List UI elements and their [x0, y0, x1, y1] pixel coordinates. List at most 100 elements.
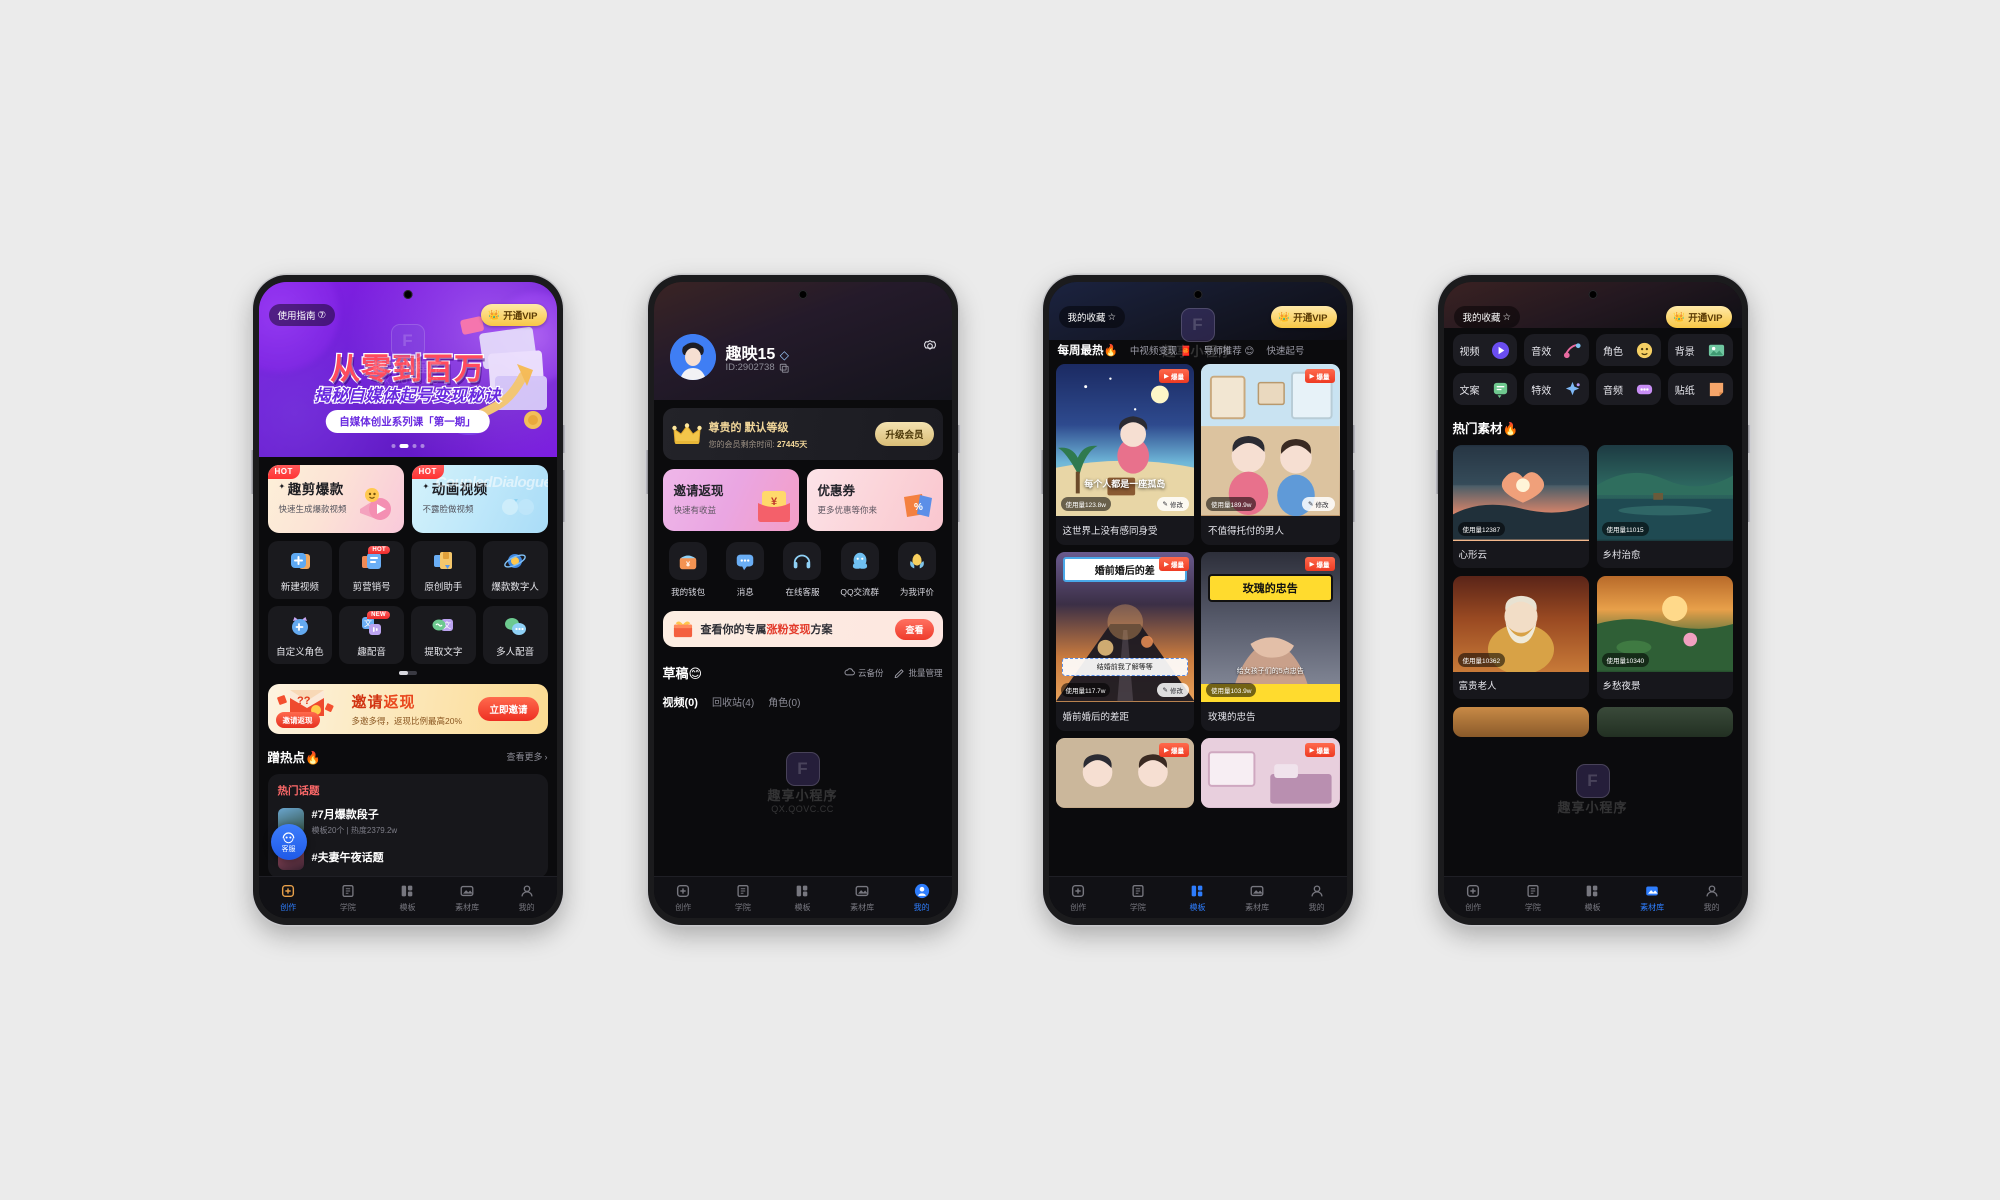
- draft-tab-video[interactable]: 视频(0): [663, 694, 698, 710]
- tab-academy[interactable]: 学院: [1108, 883, 1168, 913]
- tab-academy[interactable]: 学院: [713, 883, 773, 913]
- tile-dubbing[interactable]: NEW 文 趣配音: [339, 606, 404, 664]
- tab-profile[interactable]: 我的: [892, 883, 952, 913]
- tile-multi-dubbing[interactable]: 多人配音: [482, 606, 548, 664]
- monetization-promo-bar[interactable]: 查看你的专属涨粉变现方案 查看: [662, 611, 943, 647]
- profile-id[interactable]: ID:2902738: [726, 362, 789, 373]
- open-vip-button[interactable]: 👑 开通VIP: [481, 304, 547, 326]
- template-card[interactable]: 玫瑰的忠告 给女孩子们的5点忠告 ▶ 爆量 使用量103.9w 玫瑰的忠告: [1201, 552, 1340, 731]
- invite-now-button[interactable]: 立即邀请: [478, 697, 539, 721]
- view-more-button[interactable]: 查看更多 ›: [506, 750, 547, 763]
- tab-academy[interactable]: 学院: [318, 883, 378, 913]
- template-card[interactable]: ▶ 爆量: [1201, 738, 1340, 808]
- material-card[interactable]: 使用量10362 富贵老人: [1452, 576, 1589, 699]
- tab-quick-start[interactable]: 快速起号: [1266, 343, 1304, 357]
- tile-original-assistant[interactable]: 原创助手: [411, 541, 476, 599]
- tab-create[interactable]: 创作: [1444, 883, 1504, 913]
- edit-button[interactable]: ✎ 修改: [1156, 683, 1189, 697]
- tile-new-video[interactable]: 新建视频: [267, 541, 333, 599]
- open-vip-button[interactable]: 👑 开通VIP: [1666, 306, 1732, 328]
- list-item[interactable]: #夫妻午夜话题: [277, 844, 538, 876]
- template-card[interactable]: 婚前婚后的差 ▶ 爆量 结婚前我了解等等 使用量117.7w ✎ 修改 婚前婚后…: [1055, 552, 1194, 731]
- category-effects[interactable]: 特效: [1524, 373, 1589, 405]
- category-role[interactable]: 角色: [1596, 334, 1661, 366]
- carousel-dots[interactable]: [391, 444, 424, 448]
- category-video[interactable]: 视频: [1452, 334, 1518, 366]
- category-label: 文案: [1459, 385, 1480, 397]
- tile-extract-text[interactable]: 文 提取文字: [411, 606, 476, 664]
- category-copywrite[interactable]: 文案: [1452, 373, 1518, 405]
- tab-material[interactable]: 素材库: [437, 883, 497, 913]
- draft-tab-role[interactable]: 角色(0): [768, 694, 800, 710]
- template-thumbnail: 婚前婚后的差 ▶ 爆量 结婚前我了解等等 使用量117.7w ✎ 修改: [1055, 552, 1194, 702]
- tile-marketing-clip[interactable]: HOT 剪营销号: [339, 541, 404, 599]
- tab-material[interactable]: 素材库: [1227, 883, 1287, 913]
- tab-mid-video[interactable]: 中视频变现 🧧: [1130, 343, 1192, 357]
- customer-service-button[interactable]: 客服: [270, 824, 307, 860]
- tab-template[interactable]: 模板: [773, 883, 833, 913]
- template-usebar: 使用量189.9w ✎ 修改: [1206, 497, 1335, 511]
- coupon-card[interactable]: 优惠券 更多优惠等你来 %: [806, 469, 943, 531]
- gear-icon[interactable]: [922, 338, 938, 354]
- template-card[interactable]: ▶ 爆量: [1055, 738, 1194, 808]
- material-card[interactable]: 使用量11015 乡村治愈: [1596, 445, 1733, 568]
- tab-material[interactable]: 素材库: [1622, 883, 1682, 913]
- tab-profile[interactable]: 我的: [497, 883, 557, 913]
- edit-button[interactable]: ✎ 修改: [1302, 497, 1335, 511]
- material-card[interactable]: 使用量12387 心形云: [1452, 445, 1589, 568]
- category-sticker[interactable]: 贴纸: [1667, 373, 1733, 405]
- tab-material[interactable]: 素材库: [832, 883, 892, 913]
- shortcut-message[interactable]: 消息: [720, 542, 771, 598]
- tab-label: 素材库: [1245, 902, 1270, 912]
- open-vip-button[interactable]: 👑 开通VIP: [1271, 306, 1337, 328]
- material-card[interactable]: 使用量10340 乡愁夜景: [1596, 576, 1733, 699]
- tab-template[interactable]: 模板: [378, 883, 438, 913]
- usage-guide-button[interactable]: 使用指南 ⑦: [268, 304, 336, 326]
- material-card[interactable]: [1452, 707, 1589, 737]
- volume-button[interactable]: [249, 450, 253, 494]
- draft-tab-recycle[interactable]: 回收站(4): [712, 694, 754, 710]
- tab-create[interactable]: 创作: [1049, 883, 1109, 913]
- category-background[interactable]: 背景: [1667, 334, 1733, 366]
- tile-digital-human[interactable]: 爆款数字人: [482, 541, 548, 599]
- my-favorites-button[interactable]: 我的收藏 ☆: [1058, 306, 1126, 328]
- tab-create[interactable]: 创作: [259, 883, 319, 913]
- invite-cashback-card[interactable]: 邀请返现 快速有收益 ¥: [662, 469, 799, 531]
- template-card[interactable]: ▶ 爆量 每个人都是一座孤岛 使用量123.8w ✎ 修改 这世界上没有感同身受: [1055, 364, 1194, 545]
- category-sound-effect[interactable]: 音效: [1524, 334, 1589, 366]
- category-audio[interactable]: 音频: [1596, 373, 1661, 405]
- invite-cashback-banner[interactable]: ?? 邀请返现 邀请返现 多邀多得，返现比例最高20% 立即邀请: [267, 684, 548, 734]
- feature-card-animation[interactable]: HOT CoupledDialogue 动画视频 不露脸做视频: [411, 465, 548, 533]
- shortcut-qq-group[interactable]: QQ交流群: [834, 542, 885, 598]
- tab-academy[interactable]: 学院: [1503, 883, 1563, 913]
- template-thumbnail: ▶ 爆量 每个人都是一座孤岛 使用量123.8w ✎ 修改: [1055, 364, 1194, 516]
- tab-label: 模板: [1189, 902, 1206, 912]
- template-card[interactable]: ▶ 爆量 使用量189.9w ✎ 修改 不值得托付的男人: [1201, 364, 1340, 545]
- tab-profile[interactable]: 我的: [1682, 883, 1742, 913]
- batch-manage-button[interactable]: 批量管理: [894, 667, 943, 679]
- upgrade-member-button[interactable]: 升级会员: [875, 422, 934, 446]
- shortcut-support[interactable]: 在线客服: [777, 542, 828, 598]
- feature-card-quick-clip[interactable]: HOT 趣剪爆款 快速生成爆款视频: [267, 465, 404, 533]
- edit-button[interactable]: ✎ 修改: [1156, 497, 1189, 511]
- tab-template[interactable]: 模板: [1563, 883, 1623, 913]
- grid-scroll-indicator[interactable]: [268, 671, 548, 675]
- tab-create[interactable]: 创作: [654, 883, 714, 913]
- tab-mentor-recommend[interactable]: 导师推荐 😊: [1204, 343, 1255, 357]
- tile-custom-role[interactable]: 自定义角色: [267, 606, 333, 664]
- volume-button[interactable]: [1039, 450, 1043, 494]
- material-card[interactable]: [1596, 707, 1733, 737]
- promo-view-button[interactable]: 查看: [895, 618, 934, 640]
- tab-profile[interactable]: 我的: [1287, 883, 1347, 913]
- vip-status-card[interactable]: 尊贵的 默认等级 您的会员剩余时间: 27445天 升级会员: [662, 408, 943, 460]
- shortcut-rate-us[interactable]: 为我评价: [891, 542, 942, 598]
- tab-template[interactable]: 模板: [1168, 883, 1228, 913]
- shortcut-wallet[interactable]: ¥ 我的钱包: [663, 542, 714, 598]
- tab-weekly-hot[interactable]: 每周最热🔥: [1058, 342, 1118, 358]
- avatar[interactable]: [669, 334, 716, 380]
- cloud-backup-button[interactable]: 云备份: [844, 667, 883, 679]
- volume-button[interactable]: [644, 450, 648, 494]
- list-item[interactable]: #7月爆款段子 模板20个 | 热度2379.2w: [277, 806, 538, 836]
- my-favorites-button[interactable]: 我的收藏 ☆: [1453, 306, 1521, 328]
- volume-button[interactable]: [1434, 450, 1438, 494]
